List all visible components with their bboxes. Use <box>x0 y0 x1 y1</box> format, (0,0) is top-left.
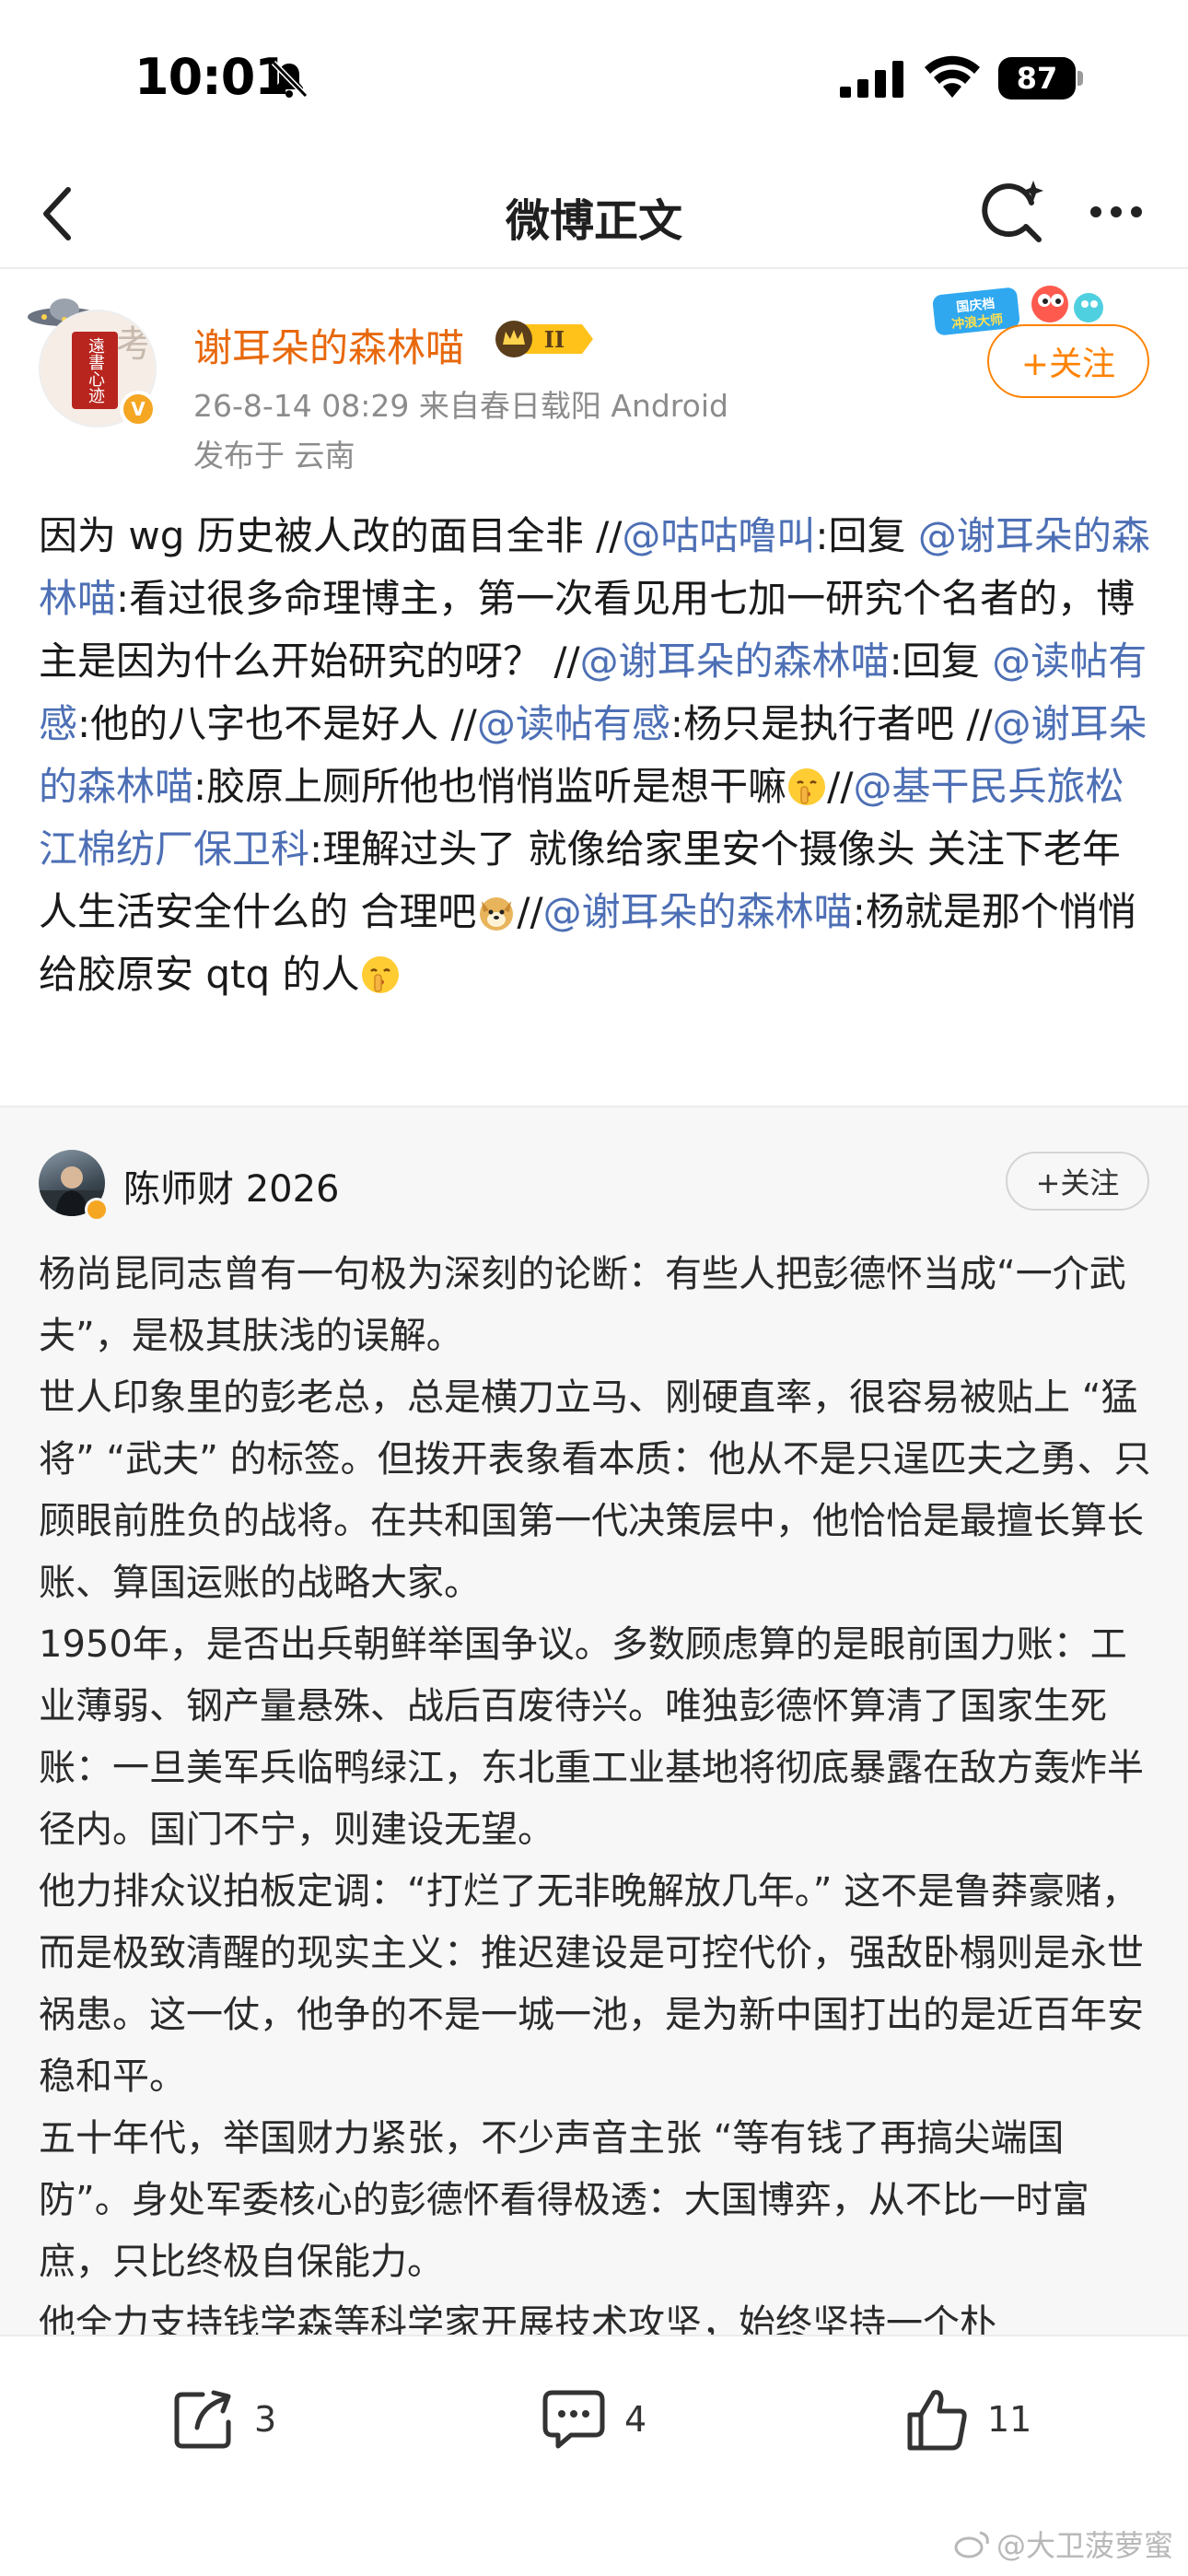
battery-icon: 87 <box>998 57 1083 100</box>
wifi-icon <box>925 55 980 98</box>
shush-emoji-icon <box>360 951 401 993</box>
paragraph: 他力排众议拍板定调：“打烂了无非晚解放几年。” 这不是鲁莽豪赌，而是极致清醒的现… <box>39 1870 1144 2098</box>
repost-text-segment: // <box>827 764 854 809</box>
signal-icon <box>840 61 903 98</box>
repost-text: 因为 wg 历史被人改的面目全非 //@咕咕噜叫:回复 @谢耳朵的森林喵:看过很… <box>39 505 1153 1006</box>
author-name[interactable]: 谢耳朵的森林喵 <box>193 317 464 373</box>
battery-level: 87 <box>998 57 1076 100</box>
watermark: @大卫菠萝蜜 <box>954 2523 1173 2565</box>
mention-link[interactable]: @谢耳朵的森林喵 <box>580 638 890 684</box>
mention-link[interactable]: @谢耳朵的森林喵 <box>543 889 853 934</box>
comment-count: 4 <box>624 2399 647 2440</box>
more-icon <box>1090 206 1101 217</box>
status-bar: 10:01 87 <box>0 0 1188 157</box>
ai-search-icon[interactable] <box>976 175 1050 249</box>
comment-button[interactable]: 4 <box>540 2383 646 2456</box>
repost-text-segment: 因为 wg 历史被人改的面目全非 // <box>39 513 623 558</box>
mention-link[interactable]: @读帖有感 <box>477 701 670 746</box>
more-button[interactable] <box>1079 182 1153 241</box>
repost-text-segment: :回复 <box>889 638 993 684</box>
doge-emoji-icon <box>476 888 517 931</box>
original-post-card[interactable]: 陈师财 2026 +关注 杨尚昆同志曾有一句极为深刻的论断：有些人把彭德怀当成“… <box>0 1107 1188 2335</box>
status-time: 10:01 <box>134 48 289 106</box>
post-meta: 26-8-14 08:29 来自春日载阳 Android <box>193 388 728 424</box>
watermark-text: @大卫菠萝蜜 <box>996 2528 1174 2563</box>
paragraph: 他全力支持钱学森等科学家开展技术攻坚，始终坚持一个朴 <box>39 2302 996 2335</box>
repost-text-segment: :胶原上厕所他也悄悄监听是想干嘛 <box>193 764 787 809</box>
post-author-header: 遠書心迹 考 V 谢耳朵的森林喵 II 26-8-14 08:29 来自春日载阳… <box>0 269 1188 481</box>
repost-button[interactable]: 3 <box>169 2383 276 2456</box>
like-button[interactable]: 11 <box>903 2383 1031 2456</box>
repost-text-segment: :杨只是执行者吧 // <box>670 701 993 746</box>
nav-bar: 微博正文 <box>0 157 1188 269</box>
original-author-name[interactable]: 陈师财 2026 <box>123 1159 340 1212</box>
repost-icon <box>174 2390 231 2449</box>
verified-badge-icon: V <box>120 391 157 427</box>
bell-off-icon <box>271 60 309 99</box>
paragraph: 1950年，是否出兵朝鲜举国争议。多数顾虑算的是眼前国力账：工业薄弱、钢产量悬殊… <box>39 1623 1144 1851</box>
paragraph: 杨尚昆同志曾有一句极为深刻的论断：有些人把彭德怀当成“一介武夫”，是极其肤浅的误… <box>39 1253 1126 1357</box>
mention-link[interactable]: @咕咕噜叫 <box>622 513 815 558</box>
repost-text-segment: :回复 <box>815 513 918 558</box>
original-verified-badge-icon <box>85 1198 109 1222</box>
paragraph: 世人印象里的彭老总，总是横刀立马、刚硬直率，很容易被贴上 “猛将” “武夫” 的… <box>39 1376 1151 1604</box>
weibo-logo-icon <box>954 2531 989 2558</box>
original-post-body: 杨尚昆同志曾有一句极为深刻的论断：有些人把彭德怀当成“一介武夫”，是极其肤浅的误… <box>39 1244 1153 2335</box>
comment-icon <box>542 2390 605 2449</box>
repost-text-segment: :他的八字也不是好人 // <box>77 701 477 746</box>
paragraph: 五十年代，举国财力紧张，不少声音主张 “等有钱了再搞尖端国防”。身处军委核心的彭… <box>39 2117 1089 2283</box>
thumbs-up-icon <box>907 2390 967 2451</box>
repost-text-segment: // <box>517 889 543 934</box>
like-count: 11 <box>987 2399 1032 2440</box>
original-follow-button[interactable]: +关注 <box>1006 1152 1149 1211</box>
post-location: 发布于 云南 <box>193 438 355 474</box>
shush-emoji-icon <box>786 763 827 805</box>
level-badge-icon: II <box>495 321 593 357</box>
svg-text:II: II <box>544 326 565 353</box>
follow-button[interactable]: +关注 <box>987 324 1149 398</box>
repost-count: 3 <box>254 2399 277 2440</box>
